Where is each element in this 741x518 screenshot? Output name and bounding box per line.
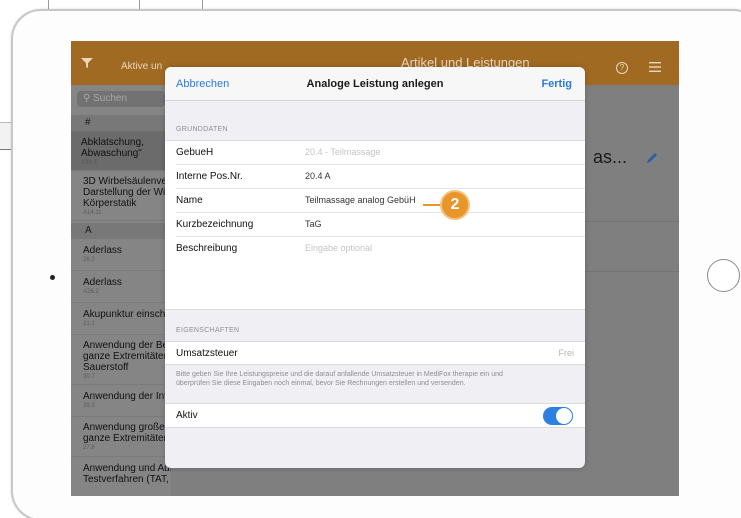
list-icon[interactable] xyxy=(649,62,661,72)
eigenschaften-group: Umsatzsteuer Frei xyxy=(165,341,585,365)
list-item-code: A14.11 xyxy=(83,210,102,216)
camera-dot xyxy=(50,275,55,280)
list-section-hash: # xyxy=(71,115,171,131)
section-header-grunddaten: GRUNDDATEN xyxy=(176,126,228,133)
list-item-name: Aderlass xyxy=(83,277,122,288)
filter-label[interactable]: Aktive un xyxy=(121,61,162,72)
field-row-interne-pos[interactable]: Interne Pos.Nr. 20.4 A xyxy=(165,165,585,189)
section-header-eigenschaften: EIGENSCHAFTEN xyxy=(176,327,240,334)
list-item[interactable]: Akupunktur einschl 21.1 xyxy=(71,305,171,335)
list-item-name: Anwendung der Be ganze Extremitäten Saue… xyxy=(83,340,170,373)
list-item-code: 21.1 xyxy=(83,321,95,327)
list-item-code: 27.8 xyxy=(83,445,95,451)
field-label: Aktiv xyxy=(176,410,198,421)
list-item[interactable]: Anwendung der Inf 39.3 xyxy=(71,387,171,417)
list-item-code: 39.3 xyxy=(83,403,95,409)
field-label: Umsatzsteuer xyxy=(176,348,238,359)
list-item-name: Anwendung großer ganze Extremitäten xyxy=(83,422,170,444)
list-item-code: 26.2 xyxy=(83,257,95,263)
field-row-name[interactable]: Name Teilmassage analog GebüH xyxy=(165,189,585,213)
list-item[interactable]: 3D Wirbelsäulenver Darstellung der Wir K… xyxy=(71,173,171,221)
pencil-icon[interactable] xyxy=(645,151,659,165)
list-item[interactable]: Abklatschung, Abwaschung" A36.8 xyxy=(71,131,171,171)
field-row-umsatzsteuer[interactable]: Umsatzsteuer Frei xyxy=(165,342,585,366)
field-label: GebueH xyxy=(176,147,214,158)
field-row-kurzbezeichnung[interactable]: Kurzbezeichnung TaG xyxy=(165,213,585,237)
vat-hint-line1: Bitte geben Sie Ihre Leistungspreise und… xyxy=(176,371,503,378)
list-item-code: A36.8 xyxy=(81,160,97,166)
toggle-knob xyxy=(556,408,572,424)
vat-hint-line2: überprüfen Sie diese Eingaben noch einma… xyxy=(176,380,466,387)
list-item-name: 3D Wirbelsäulenver Darstellung der Wir K… xyxy=(83,176,171,209)
grunddaten-group: GebueH 20.4 - Teilmassage Interne Pos.Nr… xyxy=(165,140,585,310)
detail-title-truncated: as... xyxy=(593,147,628,167)
field-row-beschreibung[interactable]: Beschreibung Eingabe optional xyxy=(165,237,585,311)
aktiv-toggle[interactable] xyxy=(543,407,573,425)
home-button[interactable] xyxy=(707,259,740,292)
callout-line xyxy=(423,204,441,206)
list-item[interactable]: Anwendung der Be ganze Extremitäten Saue… xyxy=(71,337,171,385)
field-value[interactable]: 20.4 A xyxy=(305,171,331,181)
article-list: ⚲ Suchen # Abklatschung, Abwaschung" A36… xyxy=(71,85,245,496)
search-placeholder: Suchen xyxy=(93,93,128,104)
list-item-name: Aderlass xyxy=(83,245,122,256)
umsatzsteuer-value[interactable]: Frei xyxy=(559,348,575,358)
help-icon[interactable]: ? xyxy=(616,62,628,74)
detail-separator xyxy=(581,221,679,222)
list-item-code: 30.7 xyxy=(83,374,95,380)
field-value[interactable]: TaG xyxy=(305,219,322,229)
field-label: Beschreibung xyxy=(176,243,238,254)
callout-marker: 2 xyxy=(440,190,470,220)
aktiv-group: Aktiv xyxy=(165,403,585,428)
create-analog-service-dialog: Abbrechen Analoge Leistung anlegen Ferti… xyxy=(165,67,585,468)
field-label: Interne Pos.Nr. xyxy=(176,171,243,182)
field-row-aktiv: Aktiv xyxy=(165,404,585,428)
dialog-navbar: Abbrechen Analoge Leistung anlegen Ferti… xyxy=(165,67,585,101)
field-label: Name xyxy=(176,195,203,206)
dialog-title: Analoge Leistung anlegen xyxy=(306,78,444,90)
list-item-code: A26.2 xyxy=(83,289,99,295)
list-section-a: A xyxy=(71,223,171,239)
list-item-name: Akupunktur einschl xyxy=(83,309,168,320)
search-icon: ⚲ xyxy=(83,93,91,104)
search-input[interactable]: ⚲ Suchen xyxy=(77,91,165,107)
filter-icon[interactable] xyxy=(81,58,93,68)
field-value[interactable]: Teilmassage analog GebüH xyxy=(305,195,416,205)
page: Aktive un Artikel und Leistungen ? ⚲ Suc… xyxy=(0,0,741,518)
tablet-screen: Aktive un Artikel und Leistungen ? ⚲ Suc… xyxy=(71,41,679,496)
list-item[interactable]: Aderlass 26.2 xyxy=(71,241,171,271)
detail-separator xyxy=(581,271,679,272)
done-button[interactable]: Fertig xyxy=(541,78,572,90)
list-item[interactable]: Anwendung großer ganze Extremitäten 27.8 xyxy=(71,419,171,457)
field-label: Kurzbezeichnung xyxy=(176,219,254,230)
list-item-name: Abklatschung, Abwaschung" xyxy=(81,137,144,159)
list-item-name: Anwendung der Inf xyxy=(83,391,167,402)
field-value[interactable]: 20.4 - Teilmassage xyxy=(305,147,380,157)
list-item[interactable]: Aderlass A26.2 xyxy=(71,273,171,303)
field-row-gebueh[interactable]: GebueH 20.4 - Teilmassage xyxy=(165,141,585,165)
field-value[interactable]: Eingabe optional xyxy=(305,243,372,253)
